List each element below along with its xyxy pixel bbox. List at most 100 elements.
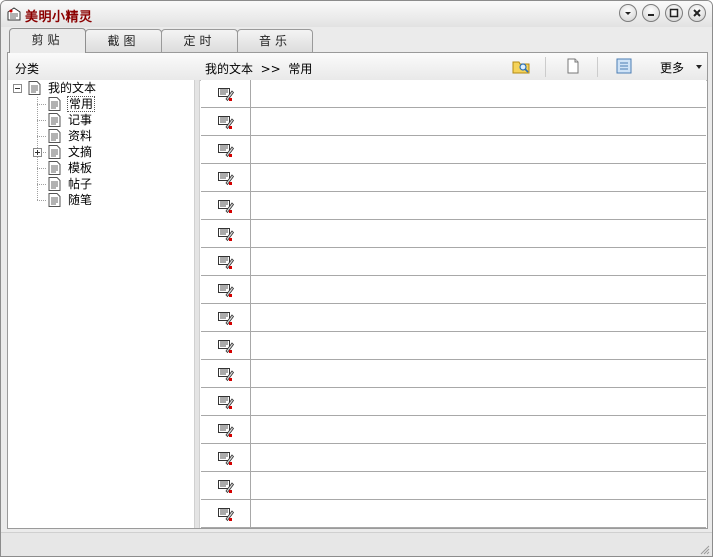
clip-edit-icon <box>218 284 235 298</box>
clip-edit-icon <box>218 312 235 326</box>
collapse-toggle[interactable] <box>13 84 22 93</box>
tree-line <box>37 104 46 105</box>
tree-line <box>37 120 46 121</box>
document-icon <box>48 97 61 111</box>
clip-edit-icon <box>218 116 235 130</box>
tree-node-label: 资料 <box>68 129 93 143</box>
title-bar[interactable]: 美明小精灵 <box>1 1 712 27</box>
table-row[interactable] <box>201 360 706 388</box>
tree-node-label: 帖子 <box>68 177 93 191</box>
tab-clipboard[interactable]: 剪贴 <box>9 28 86 53</box>
document-icon <box>28 81 41 95</box>
table-row[interactable] <box>201 304 706 332</box>
more-button[interactable]: 更多 <box>660 59 684 76</box>
app-window: 美明小精灵 剪贴 截图 定时 音乐 分类 我的文本 >> 常用 更多 我的文本 … <box>0 0 713 557</box>
tree-node-label: 文摘 <box>68 145 93 159</box>
row-icon-cell[interactable] <box>201 220 251 247</box>
table-row[interactable] <box>201 164 706 192</box>
row-text-cell[interactable] <box>251 304 706 331</box>
tree-line <box>37 136 46 137</box>
expand-toggle[interactable] <box>33 148 42 157</box>
maximize-button[interactable] <box>665 4 683 22</box>
table-row[interactable] <box>201 80 706 108</box>
close-button[interactable] <box>688 4 706 22</box>
chevron-down-icon <box>625 12 631 15</box>
resize-grip-icon[interactable] <box>699 544 710 555</box>
document-icon <box>48 145 61 159</box>
table-row[interactable] <box>201 388 706 416</box>
menu-button[interactable] <box>619 4 637 22</box>
table-row[interactable] <box>201 332 706 360</box>
table-row[interactable] <box>201 192 706 220</box>
tree-node-label: 常用 <box>67 96 96 112</box>
new-document-icon[interactable] <box>564 57 582 75</box>
table-row[interactable] <box>201 220 706 248</box>
window-title: 美明小精灵 <box>25 10 93 25</box>
row-icon-cell[interactable] <box>201 164 251 191</box>
row-icon-cell[interactable] <box>201 80 251 107</box>
category-heading: 分类 <box>15 62 40 76</box>
clip-edit-icon <box>218 508 235 522</box>
table-row[interactable] <box>201 500 706 528</box>
row-icon-cell[interactable] <box>201 192 251 219</box>
row-icon-cell[interactable] <box>201 136 251 163</box>
row-icon-cell[interactable] <box>201 416 251 443</box>
document-icon <box>48 113 61 127</box>
row-text-cell[interactable] <box>251 416 706 443</box>
minimize-button[interactable] <box>642 4 660 22</box>
row-text-cell[interactable] <box>251 80 706 107</box>
clip-edit-icon <box>218 200 235 214</box>
clipboard-panel: 分类 我的文本 >> 常用 更多 我的文本 常用 记事 资料 文摘 模板 帖子 … <box>7 52 708 529</box>
row-icon-cell[interactable] <box>201 472 251 499</box>
row-text-cell[interactable] <box>251 220 706 247</box>
notes-icon[interactable] <box>615 57 633 75</box>
row-text-cell[interactable] <box>251 192 706 219</box>
table-row[interactable] <box>201 276 706 304</box>
tree-line <box>37 168 46 169</box>
tree-node-label: 模板 <box>68 161 93 175</box>
tab-timer[interactable]: 定时 <box>161 29 238 52</box>
row-icon-cell[interactable] <box>201 332 251 359</box>
folder-search-icon[interactable] <box>512 57 530 75</box>
clip-list <box>201 80 706 528</box>
document-icon <box>48 193 61 207</box>
table-row[interactable] <box>201 444 706 472</box>
row-icon-cell[interactable] <box>201 304 251 331</box>
row-text-cell[interactable] <box>251 360 706 387</box>
row-icon-cell[interactable] <box>201 444 251 471</box>
row-text-cell[interactable] <box>251 472 706 499</box>
pane-splitter[interactable] <box>194 80 200 528</box>
row-text-cell[interactable] <box>251 500 706 527</box>
row-icon-cell[interactable] <box>201 360 251 387</box>
app-logo-icon <box>7 7 21 21</box>
table-row[interactable] <box>201 248 706 276</box>
tab-screenshot[interactable]: 截图 <box>85 29 162 52</box>
document-icon <box>48 177 61 191</box>
row-text-cell[interactable] <box>251 444 706 471</box>
row-text-cell[interactable] <box>251 276 706 303</box>
minimize-icon <box>648 14 654 16</box>
row-icon-cell[interactable] <box>201 500 251 527</box>
tree-line <box>37 200 46 201</box>
clip-edit-icon <box>218 368 235 382</box>
row-text-cell[interactable] <box>251 164 706 191</box>
table-row[interactable] <box>201 416 706 444</box>
row-text-cell[interactable] <box>251 108 706 135</box>
row-icon-cell[interactable] <box>201 248 251 275</box>
row-icon-cell[interactable] <box>201 108 251 135</box>
row-text-cell[interactable] <box>251 388 706 415</box>
table-row[interactable] <box>201 472 706 500</box>
clip-edit-icon <box>218 88 235 102</box>
tab-music[interactable]: 音乐 <box>237 29 313 52</box>
clip-edit-icon <box>218 340 235 354</box>
row-icon-cell[interactable] <box>201 276 251 303</box>
table-row[interactable] <box>201 108 706 136</box>
table-row[interactable] <box>201 136 706 164</box>
row-text-cell[interactable] <box>251 136 706 163</box>
row-icon-cell[interactable] <box>201 388 251 415</box>
chevron-down-icon[interactable] <box>696 65 702 69</box>
status-bar <box>1 532 712 556</box>
row-text-cell[interactable] <box>251 332 706 359</box>
tree-node-label: 随笔 <box>68 193 93 207</box>
row-text-cell[interactable] <box>251 248 706 275</box>
